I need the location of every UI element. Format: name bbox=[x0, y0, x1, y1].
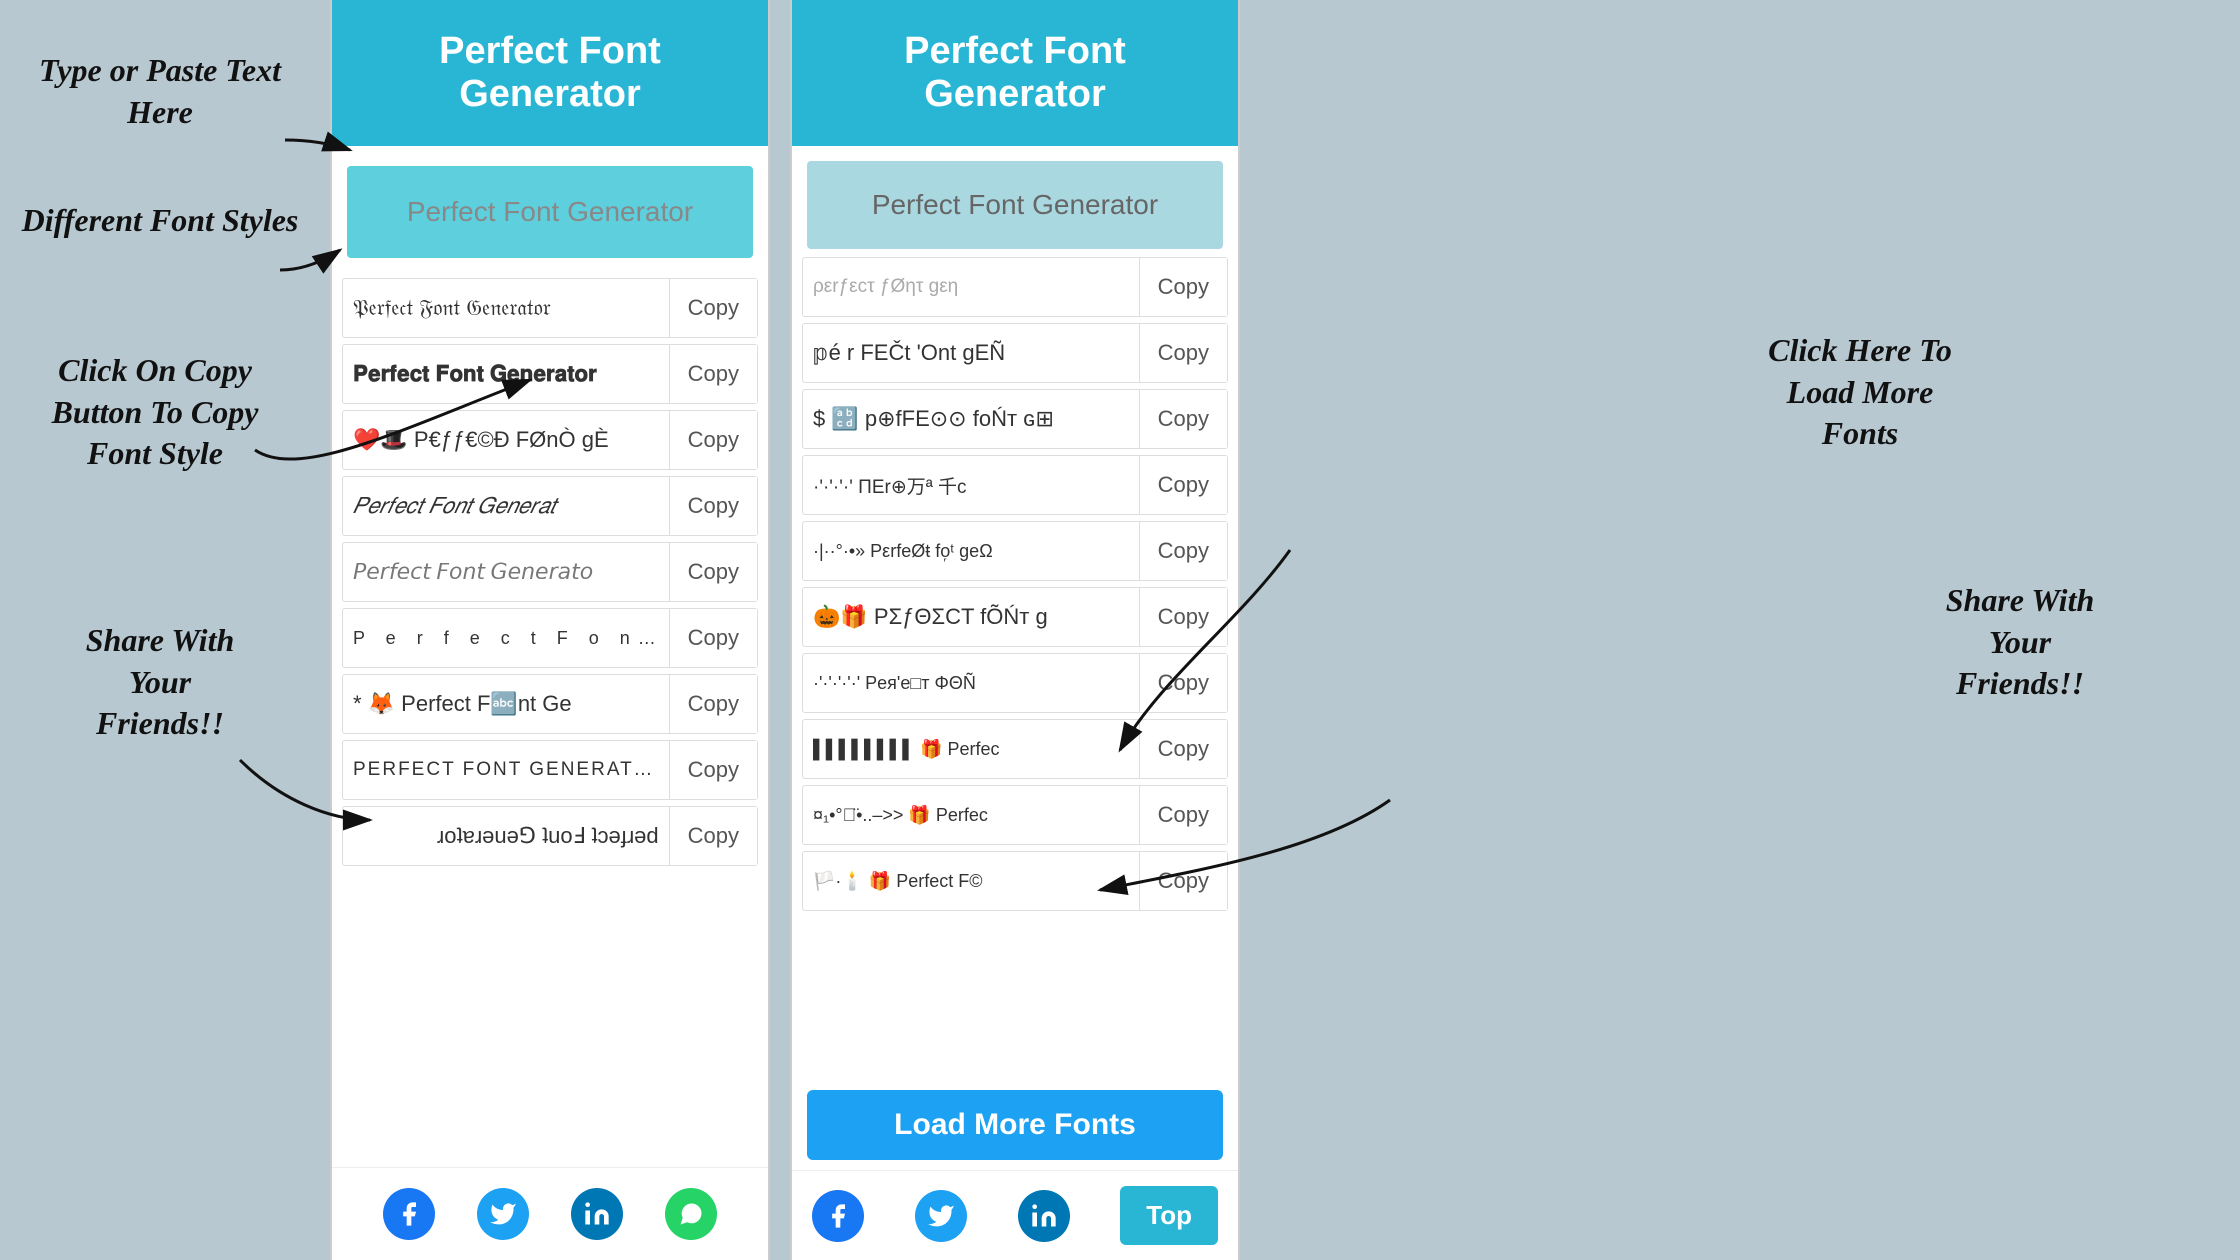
font-text-7: * 🦊 Perfect F🔤nt Ge bbox=[343, 686, 669, 722]
facebook-icon[interactable] bbox=[383, 1188, 435, 1240]
right-font-text-7: ▌▌▌▌▌▌▌▌ 🎁 Perfec bbox=[803, 734, 1139, 765]
font-text-5: 𝘗𝘦𝘳𝘧𝘦𝘤𝘵 𝘍𝘰𝘯𝘵 𝘎𝘦𝘯𝘦𝘳𝘢𝘵𝘰 bbox=[343, 554, 669, 590]
right-font-row-3: ·'·'·'·' ΠΕr⊕万ª 千c Copy bbox=[802, 455, 1228, 515]
right-font-row-9: 🏳️·🕯️ 🎁 Perfect F© Copy bbox=[802, 851, 1228, 911]
font-row-4: 𝑃𝑒𝑟𝑓𝑒𝑐𝑡 𝐹𝑜𝑛𝑡 𝐺𝑒𝑛𝑒𝑟𝑎𝑡 Copy bbox=[342, 476, 758, 536]
right-font-list: ρεrƒεcτ ƒØητ gεη Copy 𝕡é r FEČt 'Ont gEÑ… bbox=[792, 257, 1238, 1080]
right-font-text-3: ·'·'·'·' ΠΕr⊕万ª 千c bbox=[803, 467, 1139, 504]
right-font-row-1: 𝕡é r FEČt 'Ont gEÑ Copy bbox=[802, 323, 1228, 383]
copy-btn-6[interactable]: Copy bbox=[669, 609, 757, 667]
font-text-3: ❤️🎩 P€ƒƒ€©Ð FØnÒ gÈ bbox=[343, 422, 669, 458]
right-font-text-9: 🏳️·🕯️ 🎁 Perfect F© bbox=[803, 866, 1139, 897]
linkedin-icon[interactable] bbox=[571, 1188, 623, 1240]
annotation-different-fonts: Different Font Styles bbox=[20, 200, 300, 242]
font-row-2: 𝐏𝐞𝐫𝐟𝐞𝐜𝐭 𝐅𝐨𝐧𝐭 𝐆𝐞𝐧𝐞𝐫𝐚𝐭𝐨𝐫 Copy bbox=[342, 344, 758, 404]
font-row-6: P e r f e c t F o n t Copy bbox=[342, 608, 758, 668]
right-font-row-7: ▌▌▌▌▌▌▌▌ 🎁 Perfec Copy bbox=[802, 719, 1228, 779]
twitter-icon[interactable] bbox=[477, 1188, 529, 1240]
right-panel-footer: Top bbox=[792, 1170, 1238, 1260]
right-copy-btn-9[interactable]: Copy bbox=[1139, 852, 1227, 910]
right-copy-btn-8[interactable]: Copy bbox=[1139, 786, 1227, 844]
right-copy-btn-5[interactable]: Copy bbox=[1139, 588, 1227, 646]
copy-btn-4[interactable]: Copy bbox=[669, 477, 757, 535]
font-row-3: ❤️🎩 P€ƒƒ€©Ð FØnÒ gÈ Copy bbox=[342, 410, 758, 470]
right-font-text-6: ·'·'·'·'·' Pея'e□т ΦΘÑ bbox=[803, 668, 1139, 699]
right-copy-btn-7[interactable]: Copy bbox=[1139, 720, 1227, 778]
whatsapp-icon[interactable] bbox=[665, 1188, 717, 1240]
right-input-box[interactable]: Perfect Font Generator bbox=[807, 161, 1223, 249]
copy-btn-1[interactable]: Copy bbox=[669, 279, 757, 337]
font-row-5: 𝘗𝘦𝘳𝘧𝘦𝘤𝘵 𝘍𝘰𝘯𝘵 𝘎𝘦𝘯𝘦𝘳𝘢𝘵𝘰 Copy bbox=[342, 542, 758, 602]
annotation-click-load: Click Here ToLoad MoreFonts bbox=[1710, 330, 2010, 455]
right-copy-btn-6[interactable]: Copy bbox=[1139, 654, 1227, 712]
font-text-2: 𝐏𝐞𝐫𝐟𝐞𝐜𝐭 𝐅𝐨𝐧𝐭 𝐆𝐞𝐧𝐞𝐫𝐚𝐭𝐨𝐫 bbox=[343, 356, 669, 392]
left-panel: Perfect Font Generator Perfect Font Gene… bbox=[330, 0, 770, 1260]
right-copy-btn-1[interactable]: Copy bbox=[1139, 324, 1227, 382]
right-panel: Perfect Font Generator Perfect Font Gene… bbox=[790, 0, 1240, 1260]
left-panel-header: Perfect Font Generator bbox=[332, 0, 768, 146]
font-row-1: 𝔓𝔢𝔯𝔣𝔢𝔠𝔱 𝔉𝔬𝔫𝔱 𝔊𝔢𝔫𝔢𝔯𝔞𝔱𝔬𝔯 Copy bbox=[342, 278, 758, 338]
left-input-box[interactable]: Perfect Font Generator bbox=[347, 166, 753, 258]
right-panel-header: Perfect Font Generator bbox=[792, 0, 1238, 146]
right-linkedin-icon[interactable] bbox=[1018, 1190, 1070, 1242]
right-font-row-8: ¤₁•°⌒̈•..–>> 🎁 Perfec Copy bbox=[802, 785, 1228, 845]
font-text-9: ɹoʇɐɹǝuǝ⅁ ʇuoℲ ʇɔǝɟɹǝd bbox=[343, 818, 669, 854]
font-row-9: ɹoʇɐɹǝuǝ⅁ ʇuoℲ ʇɔǝɟɹǝd Copy bbox=[342, 806, 758, 866]
top-button[interactable]: Top bbox=[1120, 1186, 1218, 1245]
copy-btn-3[interactable]: Copy bbox=[669, 411, 757, 469]
right-facebook-icon[interactable] bbox=[812, 1190, 864, 1242]
right-font-row-6: ·'·'·'·'·' Pея'e□т ΦΘÑ Copy bbox=[802, 653, 1228, 713]
right-font-text-5: 🎃🎁 PΣƒΘΣCT fÕŃт g bbox=[803, 599, 1139, 635]
right-copy-btn-2[interactable]: Copy bbox=[1139, 390, 1227, 448]
font-text-8: PERFECT FONT GENERATOR bbox=[343, 754, 669, 786]
font-row-8: PERFECT FONT GENERATOR Copy bbox=[342, 740, 758, 800]
copy-btn-7[interactable]: Copy bbox=[669, 675, 757, 733]
annotation-click-copy: Click On CopyButton To CopyFont Style bbox=[10, 350, 300, 475]
right-font-text-8: ¤₁•°⌒̈•..–>> 🎁 Perfec bbox=[803, 800, 1139, 831]
right-font-row-2: $ 🔡 p⊕fFE⊙⊙ foŃт ɢ⊞ Copy bbox=[802, 389, 1228, 449]
copy-btn-2[interactable]: Copy bbox=[669, 345, 757, 403]
font-row-7: * 🦊 Perfect F🔤nt Ge Copy bbox=[342, 674, 758, 734]
left-panel-footer bbox=[332, 1167, 768, 1260]
load-more-button[interactable]: Load More Fonts bbox=[807, 1090, 1223, 1160]
font-text-6: P e r f e c t F o n t bbox=[343, 623, 669, 654]
font-text-4: 𝑃𝑒𝑟𝑓𝑒𝑐𝑡 𝐹𝑜𝑛𝑡 𝐺𝑒𝑛𝑒𝑟𝑎𝑡 bbox=[343, 488, 669, 524]
right-font-row-partial: ρεrƒεcτ ƒØητ gεη Copy bbox=[802, 257, 1228, 317]
right-font-text-2: $ 🔡 p⊕fFE⊙⊙ foŃт ɢ⊞ bbox=[803, 401, 1139, 437]
copy-btn-8[interactable]: Copy bbox=[669, 741, 757, 799]
right-font-row-5: 🎃🎁 PΣƒΘΣCT fÕŃт g Copy bbox=[802, 587, 1228, 647]
left-font-list: 𝔓𝔢𝔯𝔣𝔢𝔠𝔱 𝔉𝔬𝔫𝔱 𝔊𝔢𝔫𝔢𝔯𝔞𝔱𝔬𝔯 Copy 𝐏𝐞𝐫𝐟𝐞𝐜𝐭 𝐅𝐨𝐧𝐭… bbox=[332, 278, 768, 1167]
copy-btn-9[interactable]: Copy bbox=[669, 807, 757, 865]
right-font-row-4: ·|··°·•» PεrfeØŧ fo᷊ᵗ geΩ Copy bbox=[802, 521, 1228, 581]
right-font-text-partial: ρεrƒεcτ ƒØητ gεη bbox=[803, 271, 1139, 303]
right-copy-btn-partial[interactable]: Copy bbox=[1139, 258, 1227, 316]
annotation-type-paste: Type or Paste Text Here bbox=[30, 50, 290, 133]
right-copy-btn-3[interactable]: Copy bbox=[1139, 456, 1227, 514]
right-font-text-1: 𝕡é r FEČt 'Ont gEÑ bbox=[803, 335, 1139, 371]
right-twitter-icon[interactable] bbox=[915, 1190, 967, 1242]
font-text-1: 𝔓𝔢𝔯𝔣𝔢𝔠𝔱 𝔉𝔬𝔫𝔱 𝔊𝔢𝔫𝔢𝔯𝔞𝔱𝔬𝔯 bbox=[343, 290, 669, 326]
right-copy-btn-4[interactable]: Copy bbox=[1139, 522, 1227, 580]
annotation-share-left: Share WithYourFriends!! bbox=[30, 620, 290, 745]
right-font-text-4: ·|··°·•» PεrfeØŧ fo᷊ᵗ geΩ bbox=[803, 536, 1139, 567]
copy-btn-5[interactable]: Copy bbox=[669, 543, 757, 601]
annotation-share-right: Share WithYourFriends!! bbox=[1880, 580, 2160, 705]
